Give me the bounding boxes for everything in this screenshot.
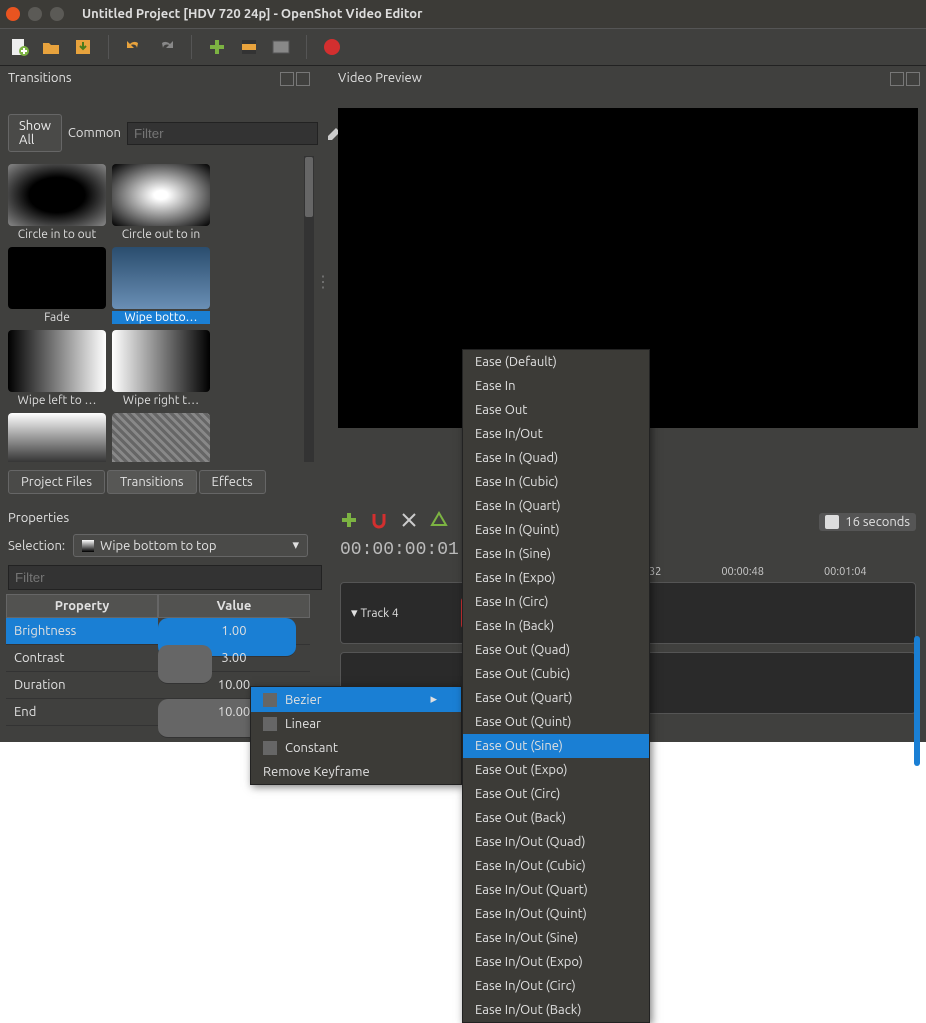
ease-option[interactable]: Ease Out (Quart) <box>463 686 649 710</box>
app-window: Untitled Project [HDV 720 24p] - OpenSho… <box>0 0 926 742</box>
export-icon[interactable] <box>321 36 343 58</box>
ease-option[interactable]: Ease In (Quint) <box>463 518 649 542</box>
preview-panel-title: Video Preview <box>330 66 926 90</box>
ctx-item-linear[interactable]: Linear <box>251 712 461 736</box>
main-toolbar <box>0 28 926 66</box>
transitions-scrollbar[interactable] <box>304 156 314 462</box>
selection-label: Selection: <box>8 539 65 553</box>
ease-option[interactable]: Ease Out (Sine) <box>463 734 649 758</box>
fullscreen-icon[interactable] <box>270 36 292 58</box>
property-header: Property <box>6 594 158 618</box>
transition-item[interactable] <box>8 413 106 462</box>
transition-item[interactable]: Circle out to in <box>112 164 210 241</box>
transitions-panel-title: Transitions <box>0 66 316 90</box>
transition-item[interactable]: Fade <box>8 247 106 324</box>
undo-icon[interactable] <box>123 36 145 58</box>
property-row-contrast[interactable]: Contrast 3.00 <box>6 645 310 672</box>
ease-option[interactable]: Ease In/Out (Quart) <box>463 878 649 902</box>
save-project-icon[interactable] <box>72 36 94 58</box>
track-expand-icon[interactable]: ▾ <box>351 606 358 621</box>
ease-option[interactable]: Ease In/Out (Sine) <box>463 926 649 950</box>
ease-option[interactable]: Ease In/Out (Quad) <box>463 830 649 854</box>
ease-option[interactable]: Ease In (Expo) <box>463 566 649 590</box>
ease-option[interactable]: Ease In/Out (Quint) <box>463 902 649 926</box>
ease-option[interactable]: Ease In (Back) <box>463 614 649 638</box>
ease-option[interactable]: Ease Out (Expo) <box>463 758 649 782</box>
ease-option[interactable]: Ease In (Cubic) <box>463 470 649 494</box>
window-title: Untitled Project [HDV 720 24p] - OpenSho… <box>82 7 422 21</box>
transitions-filter-row: Show All Common <box>0 110 316 156</box>
ease-option[interactable]: Ease Out (Cubic) <box>463 662 649 686</box>
value-header: Value <box>158 594 310 618</box>
submenu-arrow-icon: ▸ <box>430 692 437 707</box>
ease-option[interactable]: Ease Out <box>463 398 649 422</box>
import-files-icon[interactable] <box>206 36 228 58</box>
profile-icon[interactable] <box>238 36 260 58</box>
left-panel: Transitions Show All Common Circle in to… <box>0 66 316 726</box>
new-project-icon[interactable] <box>8 36 30 58</box>
window-minimize-button[interactable] <box>28 7 42 21</box>
common-button[interactable]: Common <box>68 126 121 140</box>
show-all-button[interactable]: Show All <box>8 114 62 152</box>
ctx-item-bezier[interactable]: Bezier▸ <box>251 687 461 712</box>
panel-float-icon[interactable] <box>280 72 294 86</box>
ease-option[interactable]: Ease In/Out (Back) <box>463 998 649 1022</box>
window-maximize-button[interactable] <box>50 7 64 21</box>
transition-item[interactable] <box>112 413 210 462</box>
tab-project-files[interactable]: Project Files <box>8 470 105 494</box>
main-area: Transitions Show All Common Circle in to… <box>0 66 926 742</box>
ease-option[interactable]: Ease In/Out (Circ) <box>463 974 649 998</box>
transition-item[interactable]: Circle in to out <box>8 164 106 241</box>
window-close-button[interactable] <box>6 7 20 21</box>
ease-option[interactable]: Ease (Default) <box>463 350 649 374</box>
snap-icon[interactable] <box>370 511 388 532</box>
ease-option[interactable]: Ease Out (Quint) <box>463 710 649 734</box>
panel-splitter[interactable] <box>316 66 330 496</box>
ease-option[interactable]: Ease Out (Circ) <box>463 782 649 806</box>
panel-close-icon[interactable] <box>296 72 310 86</box>
ease-option[interactable]: Ease Out (Back) <box>463 806 649 830</box>
ease-option[interactable]: Ease In (Quad) <box>463 446 649 470</box>
properties-panel-title: Properties <box>0 506 316 530</box>
transitions-filter-input[interactable] <box>127 122 318 145</box>
open-project-icon[interactable] <box>40 36 62 58</box>
property-row-brightness[interactable]: Brightness 1.00 <box>6 618 310 645</box>
razor-icon[interactable] <box>400 511 418 532</box>
ease-option[interactable]: Ease In/Out <box>463 422 649 446</box>
selection-combo[interactable]: Wipe bottom to top ▾ <box>73 534 308 557</box>
ease-option[interactable]: Ease In/Out (Cubic) <box>463 854 649 878</box>
zoom-indicator[interactable]: 16 seconds <box>819 513 916 531</box>
marker-icon[interactable] <box>430 511 448 532</box>
interpolation-icon <box>263 717 277 731</box>
ease-option[interactable]: Ease In (Quart) <box>463 494 649 518</box>
ease-option[interactable]: Ease In/Out (Expo) <box>463 950 649 974</box>
tab-effects[interactable]: Effects <box>199 470 266 494</box>
left-panel-tabs: Project Files Transitions Effects <box>0 466 316 498</box>
ease-option[interactable]: Ease In <box>463 374 649 398</box>
transition-item[interactable]: Wipe right t… <box>112 330 210 407</box>
ease-option[interactable]: Ease In (Circ) <box>463 590 649 614</box>
add-track-icon[interactable] <box>340 511 358 532</box>
titlebar: Untitled Project [HDV 720 24p] - OpenSho… <box>0 0 926 28</box>
ease-option[interactable]: Ease In (Sine) <box>463 542 649 566</box>
ctx-item-constant[interactable]: Constant <box>251 736 461 760</box>
panel-float-icon[interactable] <box>890 72 904 86</box>
redo-icon[interactable] <box>155 36 177 58</box>
ease-option[interactable]: Ease Out (Quad) <box>463 638 649 662</box>
transition-item[interactable]: Wipe left to … <box>8 330 106 407</box>
transition-item-selected[interactable]: Wipe botto… <box>112 247 210 324</box>
bezier-ease-submenu: Ease (Default)Ease InEase OutEase In/Out… <box>462 349 650 1023</box>
interpolation-icon <box>263 741 277 755</box>
panel-close-icon[interactable] <box>906 72 920 86</box>
transitions-grid: Circle in to out Circle out to in Fade W… <box>0 156 316 462</box>
properties-filter-input[interactable] <box>8 565 322 590</box>
tab-transitions[interactable]: Transitions <box>107 470 197 494</box>
timeline-vscrollbar[interactable] <box>914 636 920 766</box>
keyframe-context-menu: Bezier▸LinearConstantRemove Keyframe <box>250 686 462 785</box>
interpolation-icon <box>263 693 277 707</box>
ctx-item-remove-keyframe[interactable]: Remove Keyframe <box>251 760 461 784</box>
